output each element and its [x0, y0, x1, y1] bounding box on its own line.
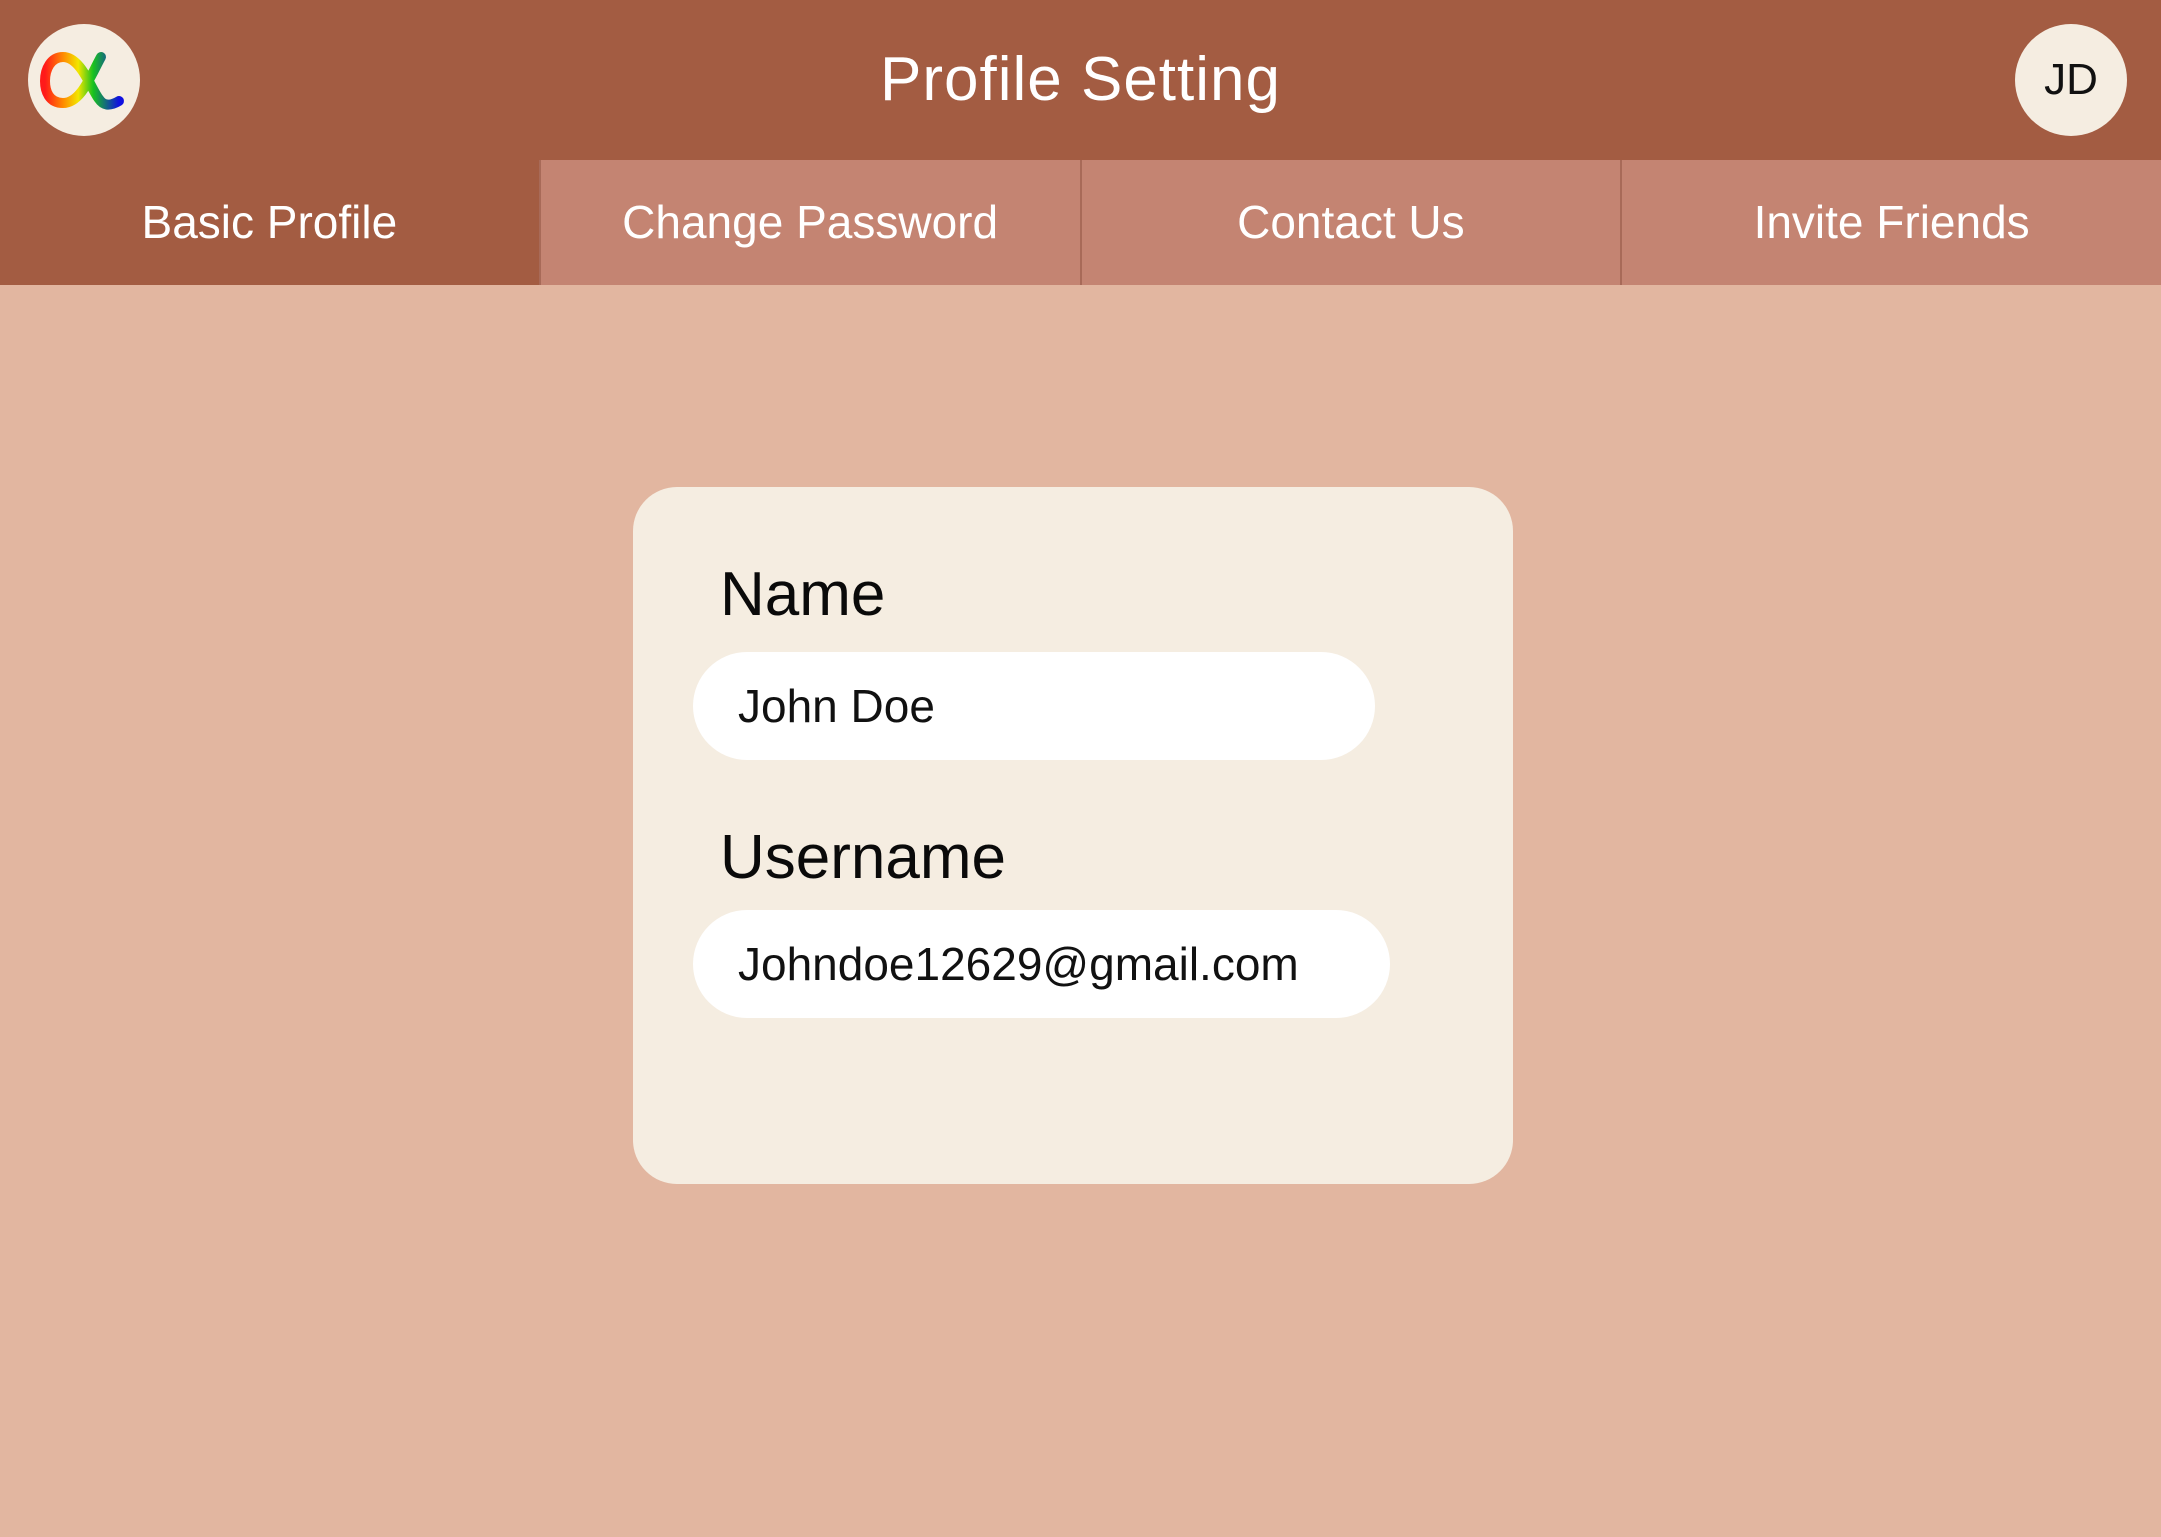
page-title: Profile Setting	[880, 45, 1281, 114]
name-field[interactable]	[693, 652, 1375, 760]
tab-contact-us[interactable]: Contact Us	[1079, 160, 1621, 285]
tab-change-password[interactable]: Change Password	[538, 160, 1080, 285]
username-field[interactable]	[693, 910, 1390, 1018]
user-avatar[interactable]: JD	[2015, 24, 2127, 136]
tab-basic-profile[interactable]: Basic Profile	[0, 160, 539, 285]
app-header: Profile Setting JD	[0, 0, 2161, 160]
tab-bar: Basic Profile Change Password Contact Us…	[0, 160, 2161, 285]
profile-card: Name Username	[633, 487, 1513, 1184]
tab-invite-friends[interactable]: Invite Friends	[1620, 160, 2161, 285]
name-label: Name	[720, 560, 886, 629]
username-label: Username	[720, 823, 1006, 892]
